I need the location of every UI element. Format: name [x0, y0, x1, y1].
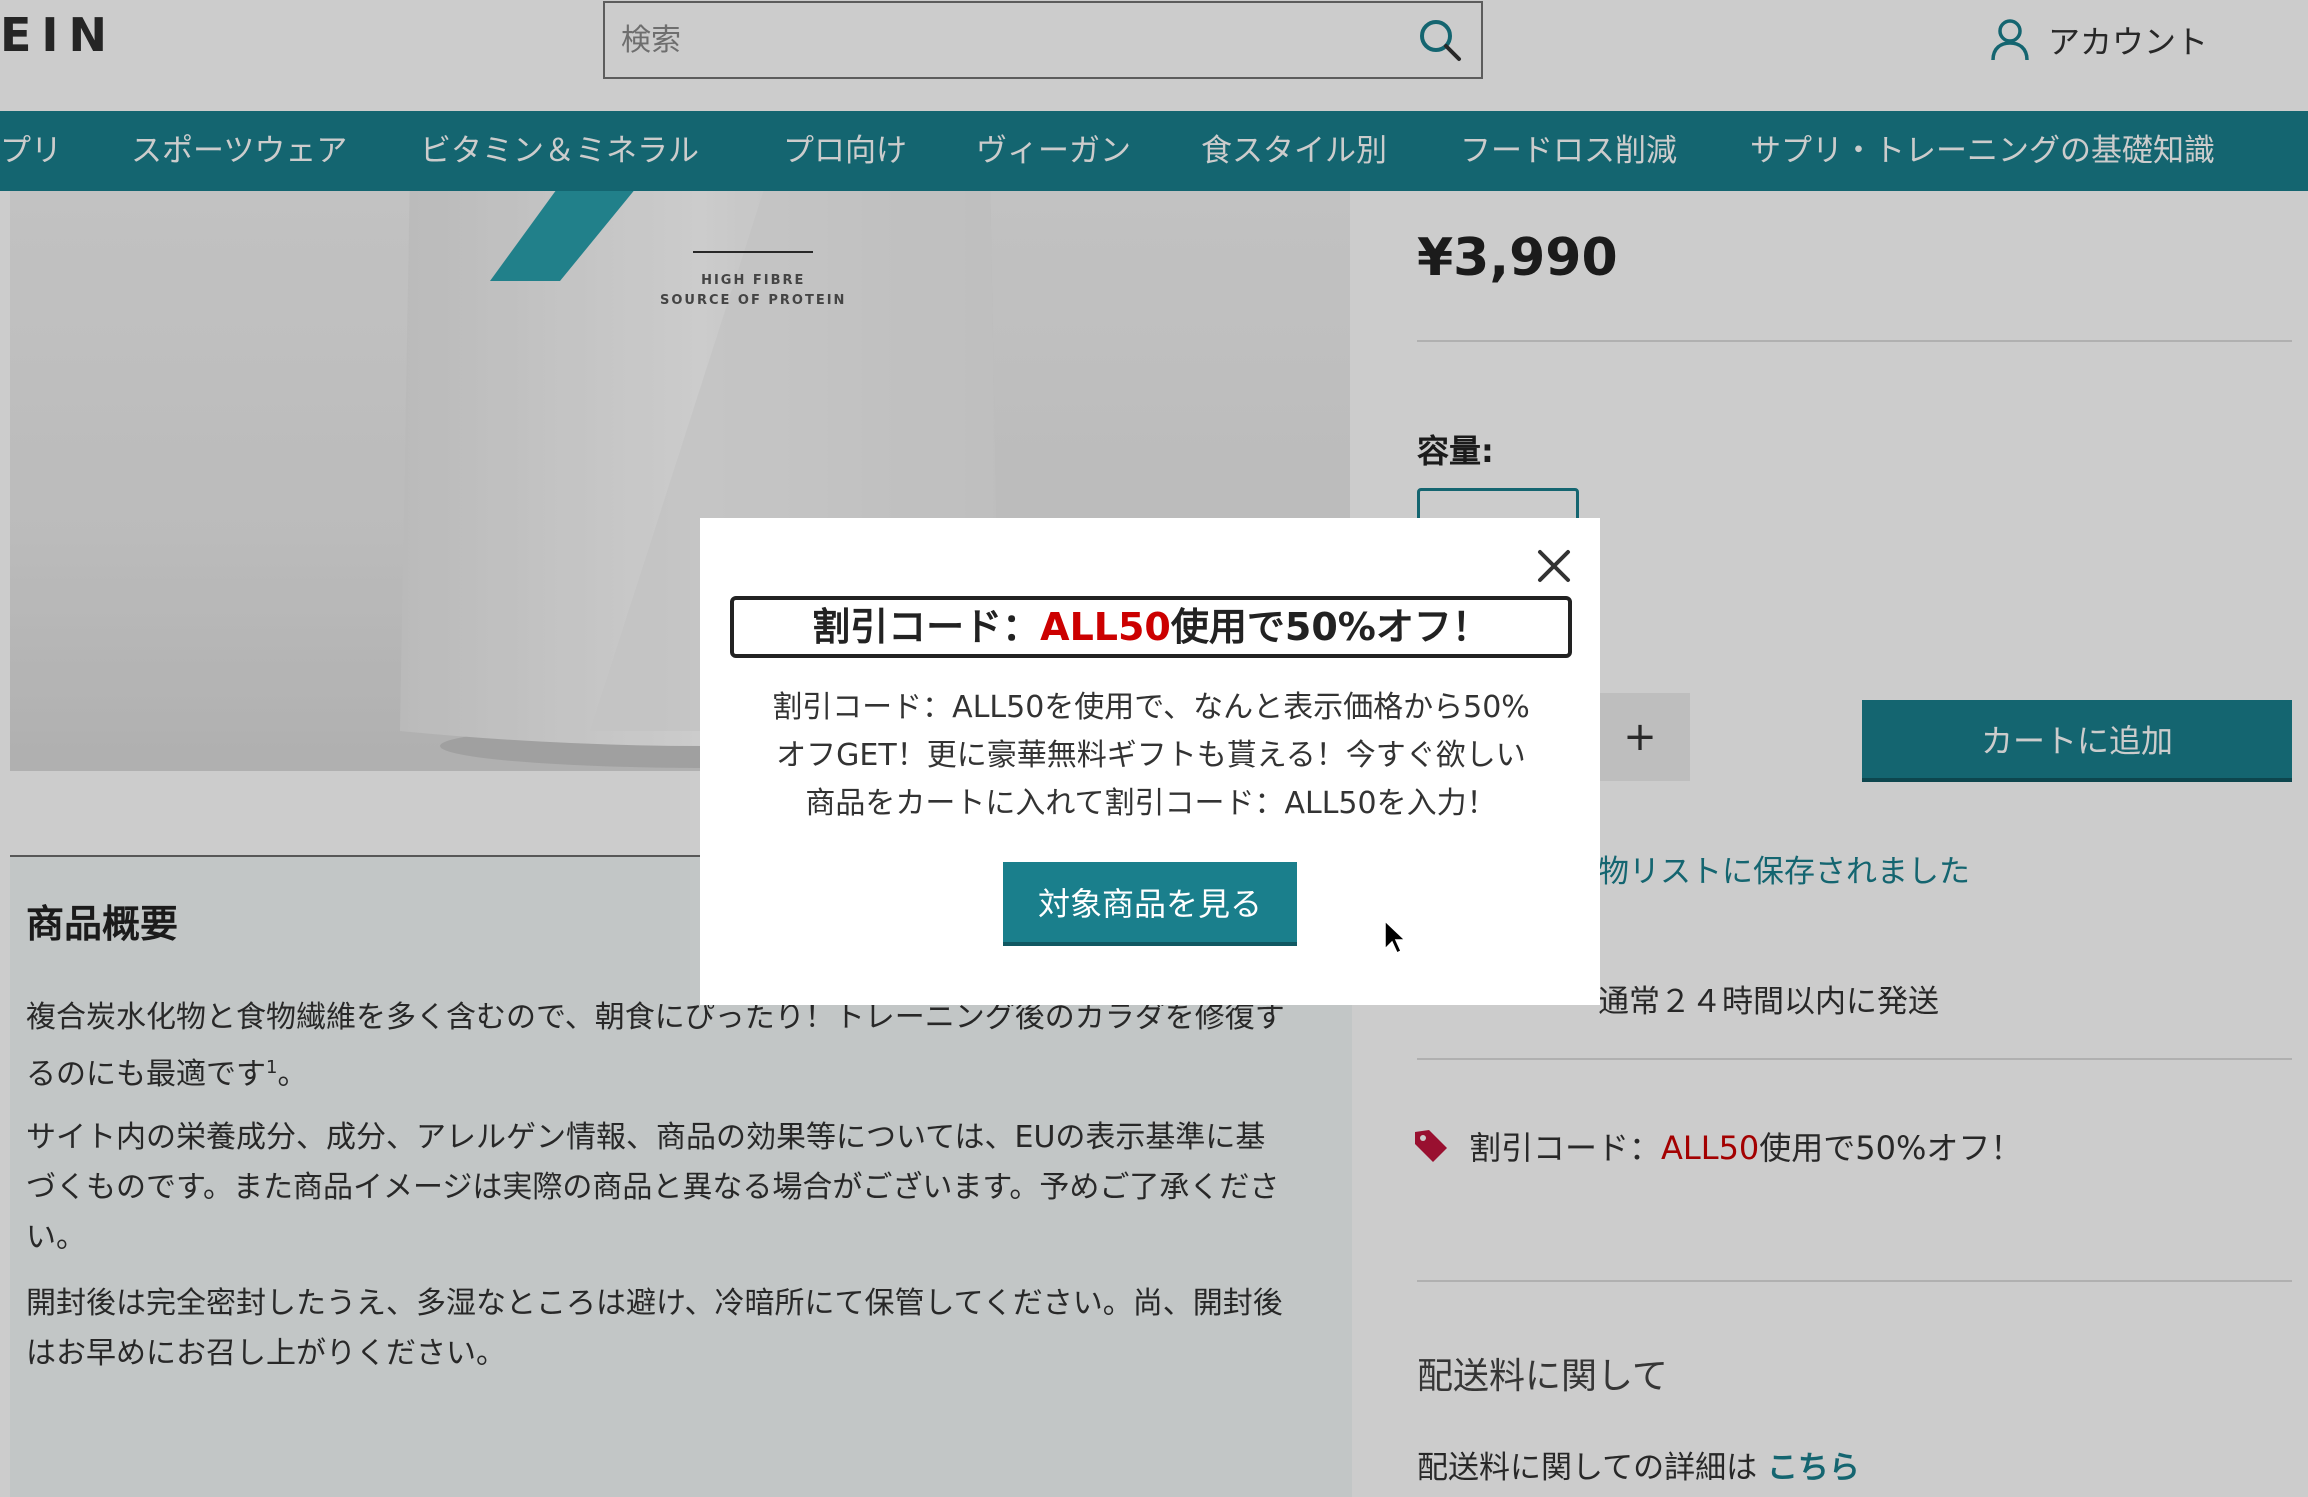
modal-body-line: オフGET！更に豪華無料ギフトも貰える！今すぐ欲しい: [776, 738, 1526, 773]
modal-body-line: 割引コード：ALL50を使用で、なんと表示価格から50%: [772, 690, 1530, 725]
mouse-cursor-icon: [1384, 919, 1407, 955]
modal-body-line: 商品をカートに入れて割引コード：ALL50を入力！: [805, 786, 1497, 821]
discount-modal: 割引コード：ALL50使用で50%オフ！ 割引コード：ALL50を使用で、なんと…: [700, 518, 1600, 1005]
modal-title: 割引コード：ALL50使用で50%オフ！: [730, 596, 1572, 658]
close-icon[interactable]: [1534, 546, 1574, 586]
modal-body: 割引コード：ALL50を使用で、なんと表示価格から50% オフGET！更に豪華無…: [730, 684, 1572, 828]
view-eligible-products-button[interactable]: 対象商品を見る: [1003, 862, 1297, 946]
